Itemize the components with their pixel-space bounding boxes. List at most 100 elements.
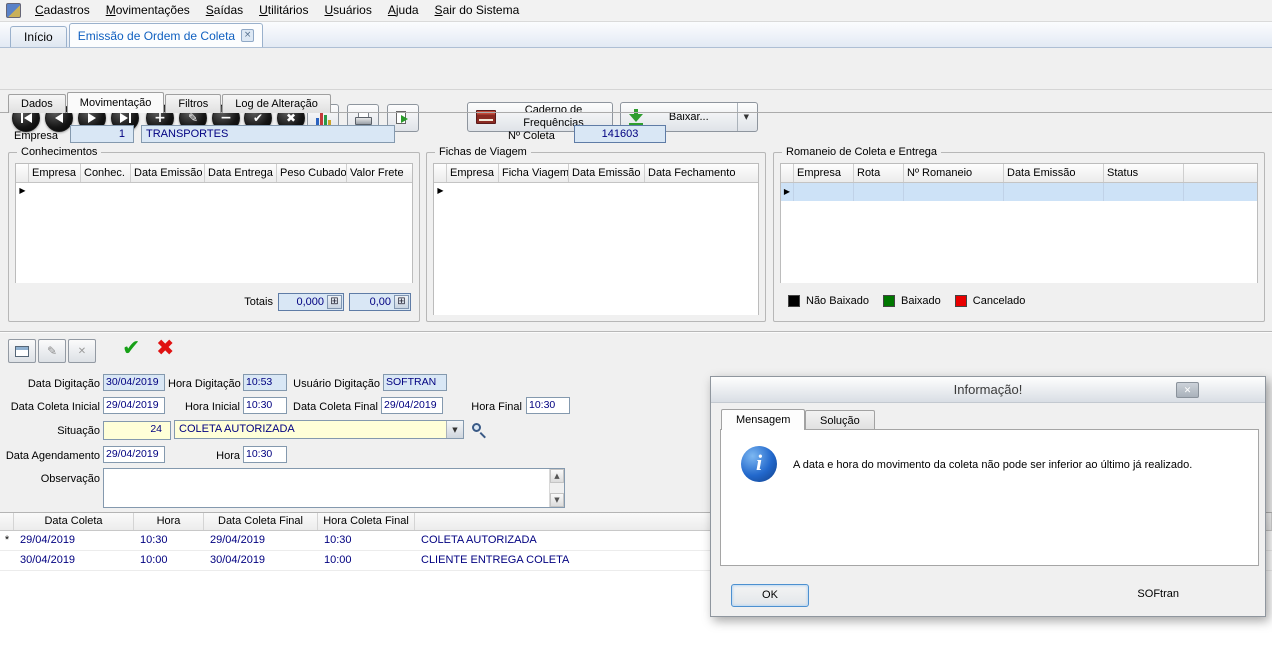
row-marker-icon: ▶ — [437, 186, 444, 195]
menu-bar: Cadastros Movimentações Saídas Utilitári… — [0, 0, 1272, 22]
scroll-down-icon[interactable]: ▼ — [550, 493, 564, 507]
data-coleta-final-label: Data Coleta Final — [293, 401, 378, 413]
romaneio-selected-row[interactable]: ▶ — [781, 183, 1257, 201]
menu-utilitarios[interactable]: Utilitários — [251, 0, 316, 21]
close-tab-icon[interactable]: × — [241, 29, 255, 42]
data-coleta-final-field[interactable]: 29/04/2019 — [381, 397, 443, 414]
nav-last-icon — [119, 113, 131, 123]
conhecimentos-grid[interactable]: Empresa Conhec. Data Emissão Data Entreg… — [15, 163, 413, 283]
col-header: Empresa — [447, 164, 499, 182]
movement-delete-button[interactable]: ✕ — [68, 339, 96, 363]
memo-scrollbar[interactable]: ▲ ▼ — [549, 469, 564, 507]
nav-prev-icon — [55, 113, 63, 123]
calculator-icon[interactable]: ⊞ — [394, 295, 409, 309]
romaneio-grid[interactable]: Empresa Rota Nº Romaneio Data Emissão St… — [780, 163, 1258, 283]
menu-movimentacoes[interactable]: Movimentações — [98, 0, 198, 21]
movement-edit-button[interactable]: ✎ — [38, 339, 66, 363]
empresa-nome-field[interactable]: TRANSPORTES — [141, 125, 395, 143]
situacao-combo[interactable]: COLETA AUTORIZADA ▼ — [174, 420, 464, 439]
cell-data-coleta-final: 30/04/2019 — [210, 554, 266, 566]
tab-dados[interactable]: Dados — [8, 94, 66, 113]
hora-agendamento-label: Hora — [216, 450, 240, 462]
fichas-grid-header: Empresa Ficha Viagem Data Emissão Data F… — [434, 164, 758, 183]
totais-row: Totais 0,000 ⊞ 0,00 ⊞ — [244, 293, 411, 311]
usuario-digitacao-field[interactable]: SOFTRAN — [383, 374, 447, 391]
data-agendamento-label: Data Agendamento — [5, 450, 100, 462]
empresa-code-field[interactable]: 1 — [70, 125, 134, 143]
conhecimentos-groupbox: Conhecimentos Empresa Conhec. Data Emiss… — [8, 145, 420, 322]
dialog-ok-button[interactable]: OK — [731, 584, 809, 607]
scroll-up-icon[interactable]: ▲ — [550, 469, 564, 483]
tab-emissao-label: Emissão de Ordem de Coleta — [77, 28, 236, 43]
col-header: Rota — [854, 164, 904, 182]
situacao-codigo-field[interactable]: 24 — [103, 421, 171, 440]
col-header: Data Fechamento — [648, 167, 736, 179]
fichas-grid[interactable]: Empresa Ficha Viagem Data Emissão Data F… — [433, 163, 759, 315]
calculator-icon[interactable]: ⊞ — [327, 295, 342, 309]
menu-saidas[interactable]: Saídas — [198, 0, 251, 21]
menu-ajuda[interactable]: Ajuda — [380, 0, 427, 21]
edit-icon: ✎ — [46, 344, 58, 358]
hora-agendamento-field[interactable]: 10:30 — [243, 446, 287, 463]
menu-cadastros[interactable]: Cadastros — [27, 0, 98, 21]
col-header: Data Emissão — [131, 164, 205, 182]
data-coleta-inicial-field[interactable]: 29/04/2019 — [103, 397, 165, 414]
cell-hora: 10:30 — [140, 534, 168, 546]
total-valor-value: 0,00 — [369, 296, 391, 308]
tab-filtros[interactable]: Filtros — [165, 94, 222, 113]
tab-emissao-ordem-coleta[interactable]: Emissão de Ordem de Coleta × — [68, 23, 264, 47]
coleta-label: Nº Coleta — [508, 130, 555, 142]
hora-final-label: Hora Final — [471, 401, 522, 413]
dialog-brand: SOFtran — [1137, 588, 1179, 600]
magnifier-icon — [472, 423, 481, 432]
informacao-dialog: Informação! ✕ Mensagem Solução i A data … — [710, 376, 1266, 617]
dialog-tab-mensagem[interactable]: Mensagem — [721, 409, 806, 430]
col-header: Empresa — [29, 164, 81, 182]
menu-usuarios[interactable]: Usuários — [316, 0, 379, 21]
data-digitacao-label: Data Digitação — [27, 378, 100, 390]
coleta-numero-field[interactable]: 141603 — [574, 125, 666, 143]
col-header: Empresa — [794, 164, 854, 182]
legend-label: Baixado — [901, 295, 941, 307]
observacao-memo[interactable]: ▲ ▼ — [103, 468, 565, 508]
col-header: Data Coleta Final — [204, 513, 318, 530]
dialog-tab-solucao[interactable]: Solução — [805, 410, 875, 430]
fichas-title: Fichas de Viagem — [435, 145, 531, 159]
fichas-groupbox: Fichas de Viagem Empresa Ficha Viagem Da… — [426, 145, 766, 322]
tab-inicio[interactable]: Início — [10, 26, 67, 47]
cell-data-coleta: 29/04/2019 — [20, 534, 76, 546]
nav-next-icon — [88, 113, 96, 123]
conhecimentos-title: Conhecimentos — [17, 145, 102, 159]
hora-inicial-field[interactable]: 10:30 — [243, 397, 287, 414]
data-digitacao-field[interactable]: 30/04/2019 — [103, 374, 165, 391]
dialog-close-button[interactable]: ✕ — [1176, 382, 1199, 398]
page-tabstrip: Dados Movimentação Filtros Log de Altera… — [8, 92, 332, 113]
total-peso-field[interactable]: 0,000 ⊞ — [278, 293, 344, 311]
hora-digitacao-field[interactable]: 10:53 — [243, 374, 287, 391]
movement-confirm-button[interactable]: ✔ — [122, 336, 140, 362]
row-marker-icon: ▶ — [19, 186, 26, 195]
menu-sair[interactable]: Sair do Sistema — [427, 0, 528, 21]
data-coleta-inicial-label: Data Coleta Inicial — [10, 401, 100, 413]
tab-log-alteracao[interactable]: Log de Alteração — [222, 94, 331, 113]
status-color-swatch — [954, 295, 967, 307]
hora-final-field[interactable]: 10:30 — [526, 397, 570, 414]
total-valor-field[interactable]: 0,00 ⊞ — [349, 293, 411, 311]
info-icon: i — [741, 446, 777, 482]
conhecimentos-grid-header: Empresa Conhec. Data Emissão Data Entreg… — [16, 164, 412, 183]
chevron-down-icon[interactable]: ▼ — [446, 421, 463, 438]
legend-label: Não Baixado — [806, 295, 869, 307]
movement-cancel-button[interactable]: ✖ — [156, 336, 174, 362]
section-separator — [0, 331, 1272, 333]
situacao-search-button[interactable] — [471, 422, 488, 439]
tab-movimentacao[interactable]: Movimentação — [66, 92, 165, 113]
legend-nao-baixado: Não Baixado — [788, 295, 869, 307]
situacao-label: Situação — [57, 425, 100, 437]
legend-cancelado: Cancelado — [954, 295, 1025, 307]
baixar-dropdown-icon[interactable]: ▼ — [736, 103, 749, 131]
data-agendamento-field[interactable]: 29/04/2019 — [103, 446, 165, 463]
status-color-swatch — [788, 295, 800, 307]
app-icon[interactable] — [6, 3, 21, 18]
movement-view-button[interactable] — [8, 339, 36, 363]
table-icon — [15, 345, 29, 357]
